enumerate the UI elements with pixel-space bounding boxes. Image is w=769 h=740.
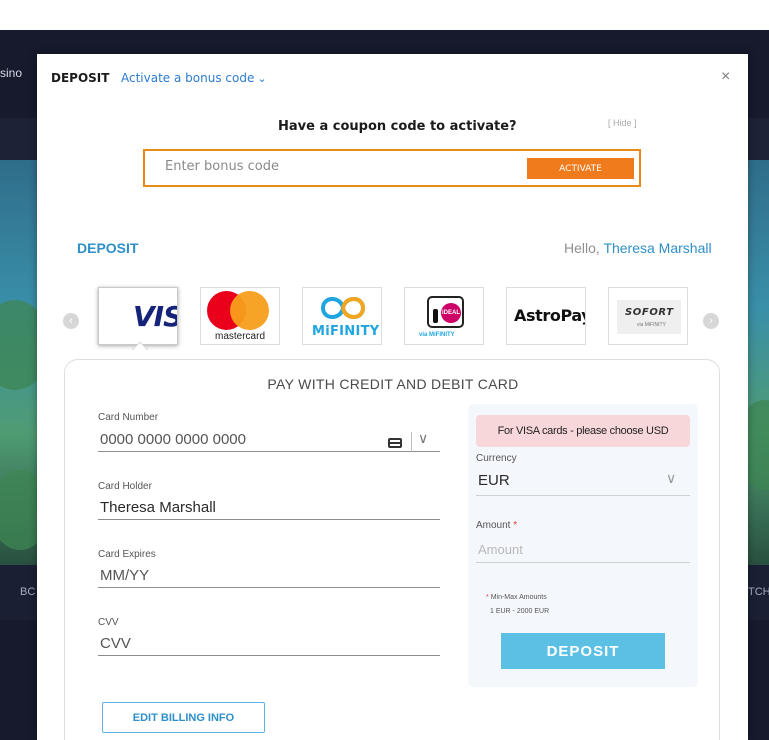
infinity-icon — [320, 297, 366, 319]
cvv-label: CVV — [98, 617, 119, 628]
bonus-code-input[interactable] — [165, 159, 505, 174]
visa-currency-notice: For VISA cards - please choose USD — [476, 415, 690, 447]
user-name-link[interactable]: Theresa Marshall — [603, 240, 711, 256]
mifinity-label: MiFINITY — [312, 324, 380, 339]
ideal-badge: iDEAL — [441, 303, 461, 323]
card-expires-input[interactable] — [98, 564, 440, 588]
modal-header: DEPOSIT Activate a bonus code ⌄ × — [37, 54, 748, 102]
mastercard-label: mastercard — [215, 331, 266, 342]
chevron-down-icon[interactable]: ∨ — [418, 430, 428, 447]
modal-title: DEPOSIT — [51, 71, 110, 85]
cvv-input[interactable] — [98, 632, 440, 656]
edit-billing-info-button[interactable]: EDIT BILLING INFO — [102, 702, 265, 733]
amount-input[interactable] — [476, 537, 690, 563]
ideal-logo-mark — [433, 309, 438, 323]
sofort-label: SOFORT — [625, 307, 674, 318]
currency-select[interactable]: EUR ∨ — [476, 470, 690, 496]
payment-method-ideal[interactable]: iDEAL via MiFINITY — [404, 287, 484, 345]
payment-method-sofort[interactable]: SOFORT via MiFINITY — [608, 287, 688, 345]
page-category-label: BC — [20, 586, 36, 598]
currency-value: EUR — [478, 472, 510, 489]
sofort-sublabel: via MiFINITY — [637, 322, 666, 328]
card-payment-panel: PAY WITH CREDIT AND DEBIT CARD Card Numb… — [64, 359, 720, 740]
credit-card-icon — [388, 438, 402, 448]
page-logo-text: sino — [0, 66, 23, 80]
astropay-label: AstroPay — [514, 306, 586, 325]
payment-method-visa[interactable]: VIS — [98, 287, 178, 345]
min-max-range: 1 EUR - 2000 EUR — [490, 608, 550, 615]
user-greeting: Hello, Theresa Marshall — [564, 240, 712, 256]
mastercard-logo — [230, 291, 269, 330]
deposit-modal: DEPOSIT Activate a bonus code ⌄ × Have a … — [37, 54, 748, 740]
card-number-label: Card Number — [98, 412, 159, 423]
amount-label: Amount * — [476, 520, 517, 531]
chevron-down-icon: ⌄ — [257, 72, 267, 85]
currency-label: Currency — [476, 453, 517, 464]
amount-label-text: Amount — [476, 520, 511, 531]
required-mark: * — [513, 520, 518, 531]
deposit-button[interactable]: DEPOSIT — [501, 633, 665, 669]
close-icon[interactable]: × — [721, 68, 730, 86]
deposit-heading: DEPOSIT — [77, 240, 139, 256]
divider — [411, 432, 412, 452]
coupon-question: Have a coupon code to activate? — [278, 119, 517, 134]
activate-bonus-label: Activate a bonus code — [121, 71, 255, 85]
required-mark: * — [486, 594, 489, 601]
visa-logo: VIS — [133, 300, 178, 333]
ideal-sublabel: via MiFINITY — [419, 332, 455, 338]
card-expires-label: Card Expires — [98, 549, 156, 560]
min-max-title: Min-Max Amounts — [490, 594, 547, 601]
coupon-hide-link[interactable]: [ Hide ] — [608, 118, 637, 128]
chevron-down-icon: ∨ — [666, 470, 677, 486]
ideal-logo: iDEAL — [427, 296, 464, 328]
card-form-title: PAY WITH CREDIT AND DEBIT CARD — [267, 376, 519, 392]
payment-method-astropay[interactable]: AstroPay — [506, 287, 586, 345]
carousel-next-icon[interactable]: › — [703, 313, 719, 329]
page-top-bar — [0, 0, 769, 30]
carousel-prev-icon[interactable]: ‹ — [63, 313, 79, 329]
payment-method-mifinity[interactable]: MiFINITY — [302, 287, 382, 345]
payment-method-mastercard[interactable]: mastercard — [200, 287, 280, 345]
min-max-info: * Min-Max Amounts 1 EUR - 2000 EUR — [486, 591, 549, 619]
coupon-box: ACTIVATE — [143, 149, 641, 187]
activate-button[interactable]: ACTIVATE — [527, 158, 634, 179]
card-holder-label: Card Holder — [98, 481, 152, 492]
card-holder-input[interactable] — [98, 496, 440, 520]
deposit-summary-panel: For VISA cards - please choose USD Curre… — [468, 404, 698, 687]
activate-bonus-link[interactable]: Activate a bonus code ⌄ — [121, 71, 267, 85]
page-category-label: TCH — [748, 586, 769, 598]
greeting-text: Hello, — [564, 240, 600, 256]
sofort-logo: SOFORT via MiFINITY — [617, 300, 681, 334]
